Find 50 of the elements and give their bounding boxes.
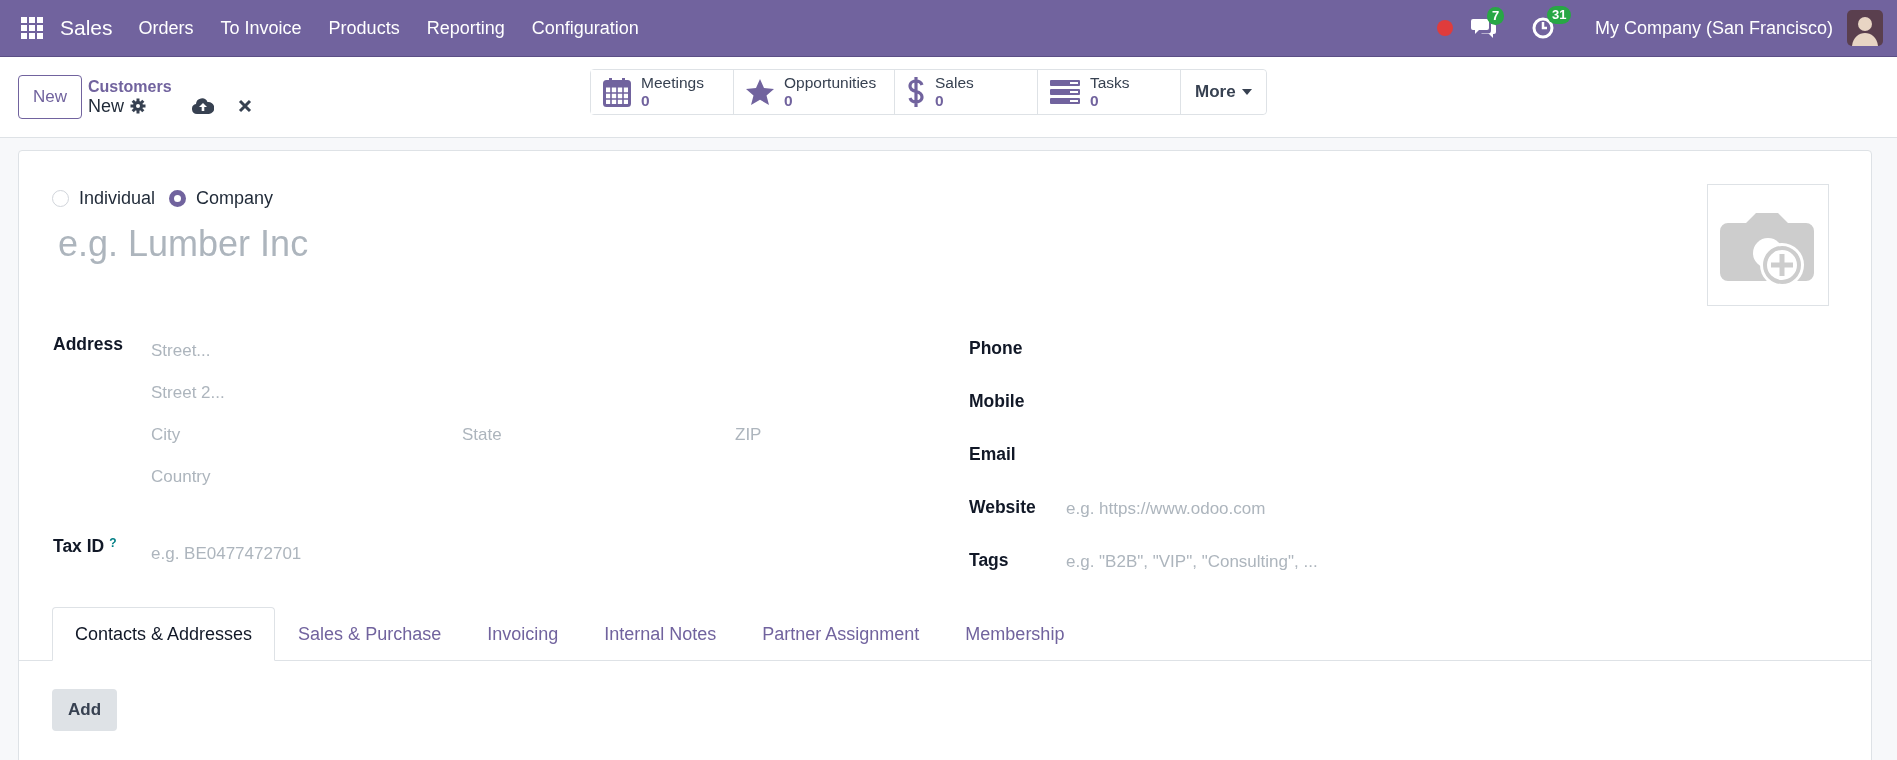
- app-grid-icon[interactable]: [20, 16, 44, 40]
- field-label: Mobile: [969, 390, 1026, 413]
- field-label: Address: [53, 333, 125, 355]
- add-button[interactable]: Add: [52, 689, 118, 731]
- radio-option[interactable]: Individual: [52, 188, 156, 209]
- cloud-upload-icon[interactable]: [192, 98, 215, 114]
- tab[interactable]: Sales & Purchase: [275, 607, 465, 661]
- field-label: Tags: [969, 549, 1010, 572]
- caret-icon: [1241, 89, 1252, 95]
- close-icon[interactable]: [238, 99, 253, 113]
- field-label: Email: [969, 443, 1017, 466]
- menu-item[interactable]: Orders: [138, 17, 194, 39]
- menu-item[interactable]: Reporting: [426, 17, 505, 39]
- settings-icon[interactable]: [130, 98, 147, 114]
- tab[interactable]: Contacts & Addresses: [52, 607, 276, 661]
- menu-item[interactable]: To Invoice: [220, 17, 302, 39]
- message-count-badge: 7: [1486, 7, 1505, 25]
- menu-item[interactable]: Products: [328, 17, 400, 39]
- status-dot-icon[interactable]: [1436, 20, 1453, 36]
- input-field[interactable]: Street...: [151, 330, 933, 372]
- input-field[interactable]: e.g. BE0477472701: [151, 521, 933, 580]
- input-field[interactable]: e.g. https://www.odoo.com: [1066, 489, 1566, 542]
- radio-option[interactable]: Company: [169, 188, 274, 209]
- field-label: Website: [969, 496, 1037, 519]
- input-field[interactable]: ZIP: [735, 414, 933, 456]
- help-tooltip-icon[interactable]: ?: [109, 535, 117, 550]
- dollar-icon: [907, 76, 925, 108]
- input-field[interactable]: City: [151, 414, 462, 456]
- input-field[interactable]: Street 2...: [151, 372, 933, 414]
- activity-count-badge: 31: [1546, 6, 1572, 24]
- tab[interactable]: Partner Assignment: [739, 607, 943, 661]
- new-button[interactable]: New: [18, 75, 82, 119]
- user-avatar-icon[interactable]: [1847, 10, 1883, 46]
- tasks-icon: [1050, 80, 1080, 104]
- field-label: Phone: [969, 337, 1024, 360]
- tab[interactable]: Invoicing: [464, 607, 582, 661]
- tab[interactable]: Internal Notes: [581, 607, 740, 661]
- breadcrumb-link[interactable]: Customers: [88, 77, 253, 96]
- input-field[interactable]: e.g. "B2B", "VIP", "Consulting", ...: [1066, 542, 1566, 595]
- input-field[interactable]: Country: [151, 456, 933, 498]
- record-name: New: [88, 95, 125, 117]
- star-icon: [746, 78, 774, 106]
- app-name[interactable]: Sales: [60, 16, 113, 40]
- tab[interactable]: Membership: [942, 607, 1088, 661]
- smart-button[interactable]: Meetings 0: [591, 70, 734, 114]
- menu-item[interactable]: Configuration: [531, 17, 639, 39]
- company-switcher[interactable]: My Company (San Francisco): [1594, 17, 1833, 39]
- field-label: Tax ID: [53, 535, 105, 557]
- input-field[interactable]: State: [462, 414, 735, 456]
- calendar-icon: [603, 77, 631, 107]
